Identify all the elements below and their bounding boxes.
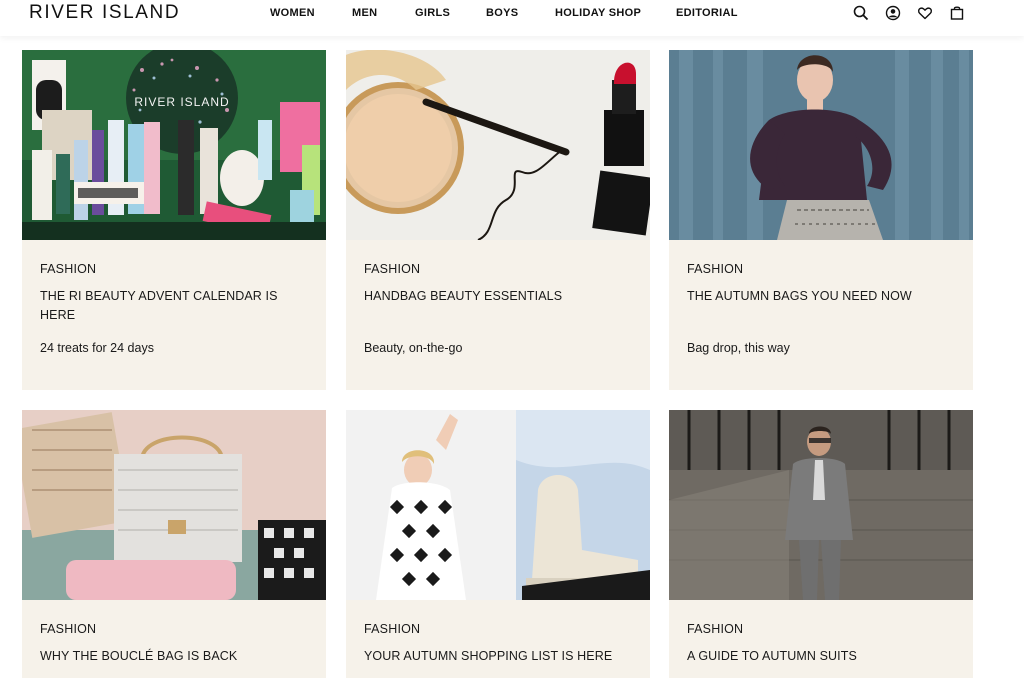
article-image-advent-calendar[interactable]: RIVER ISLAND xyxy=(22,50,326,240)
wishlist-heart-icon[interactable] xyxy=(916,4,934,22)
article-card-autumn-bags[interactable]: FASHION THE AUTUMN BAGS YOU NEED NOW Bag… xyxy=(669,50,973,390)
nav-item-holiday-shop[interactable]: HOLIDAY SHOP xyxy=(555,7,641,19)
article-category: FASHION xyxy=(364,262,421,276)
article-image-boucle-bag[interactable] xyxy=(22,410,326,600)
article-card-autumn-shopping-list[interactable]: FASHION YOUR AUTUMN SHOPPING LIST IS HER… xyxy=(346,410,650,678)
article-card-advent-calendar[interactable]: RIVER ISLAND FASHION THE RI BEAUTY ADVEN… xyxy=(22,50,326,390)
article-category: FASHION xyxy=(364,622,421,636)
article-title[interactable]: THE AUTUMN BAGS YOU NEED NOW xyxy=(687,287,947,306)
header-actions xyxy=(852,4,966,22)
article-title[interactable]: A GUIDE TO AUTUMN SUITS xyxy=(687,647,947,666)
article-title[interactable]: HANDBAG BEAUTY ESSENTIALS xyxy=(364,287,624,306)
brand-logo[interactable]: RIVER ISLAND xyxy=(29,2,180,24)
nav-item-men[interactable]: MEN xyxy=(352,7,377,19)
article-subtitle: 24 treats for 24 days xyxy=(40,341,154,355)
nav-item-girls[interactable]: GIRLS xyxy=(415,7,450,19)
article-category: FASHION xyxy=(687,622,744,636)
article-card-handbag-beauty[interactable]: FASHION HANDBAG BEAUTY ESSENTIALS Beauty… xyxy=(346,50,650,390)
article-category: FASHION xyxy=(40,622,97,636)
article-category: FASHION xyxy=(687,262,744,276)
article-card-autumn-suits[interactable]: FASHION A GUIDE TO AUTUMN SUITS xyxy=(669,410,973,678)
article-image-handbag-beauty[interactable] xyxy=(346,50,650,240)
article-image-autumn-shopping-list[interactable] xyxy=(346,410,650,600)
search-icon[interactable] xyxy=(852,4,870,22)
site-header: RIVER ISLAND WOMEN MEN GIRLS BOYS HOLIDA… xyxy=(0,0,1024,36)
nav-item-women[interactable]: WOMEN xyxy=(270,7,315,19)
article-card-boucle-bag[interactable]: FASHION WHY THE BOUCLÉ BAG IS BACK xyxy=(22,410,326,678)
article-image-autumn-bags[interactable] xyxy=(669,50,973,240)
bag-icon[interactable] xyxy=(948,4,966,22)
account-icon[interactable] xyxy=(884,4,902,22)
nav-item-boys[interactable]: BOYS xyxy=(486,7,518,19)
article-subtitle: Bag drop, this way xyxy=(687,341,790,355)
article-image-autumn-suits[interactable] xyxy=(669,410,973,600)
advent-box-logo-text: RIVER ISLAND xyxy=(134,95,229,109)
article-subtitle: Beauty, on-the-go xyxy=(364,341,463,355)
nav-item-editorial[interactable]: EDITORIAL xyxy=(676,7,738,19)
article-category: FASHION xyxy=(40,262,97,276)
article-title[interactable]: WHY THE BOUCLÉ BAG IS BACK xyxy=(40,647,300,666)
article-title[interactable]: THE RI BEAUTY ADVENT CALENDAR IS HERE xyxy=(40,287,300,325)
article-title[interactable]: YOUR AUTUMN SHOPPING LIST IS HERE xyxy=(364,647,624,666)
